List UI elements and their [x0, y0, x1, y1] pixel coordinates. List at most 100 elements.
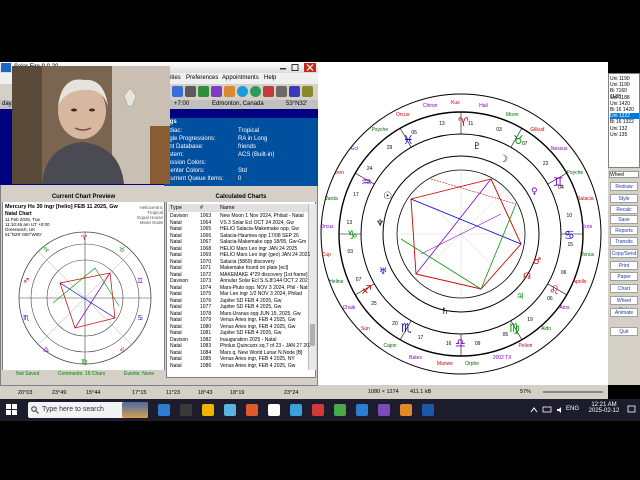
calculated-column-headers: Type # Name	[168, 204, 308, 212]
transits-button[interactable]: Transits	[610, 237, 638, 246]
recalc-button[interactable]: Recalc	[610, 205, 638, 214]
svg-text:♎: ♎	[43, 346, 49, 354]
house-cusp-degree: 05	[502, 332, 509, 339]
col-name[interactable]: Name	[220, 204, 235, 212]
style-button[interactable]: Style	[610, 194, 638, 203]
toolbar-button-9[interactable]	[276, 86, 287, 97]
toolbar-button-5[interactable]	[224, 86, 235, 97]
house-cusp-degree: 29	[386, 145, 393, 152]
chart-list-item[interactable]: Bi 7160 1188	[610, 88, 639, 100]
house-cusp-degree: 10	[566, 213, 573, 220]
reports-button[interactable]: Reports	[610, 226, 638, 235]
svg-text:♄: ♄	[441, 307, 449, 317]
setting-value[interactable]: Tropical	[238, 127, 259, 135]
table-row[interactable]: Natal 1086 Venus Aries ingr, FEB 4 2025, G…	[168, 363, 310, 370]
toolbar-button-7[interactable]	[250, 86, 261, 97]
col-number[interactable]: #	[200, 204, 203, 212]
network-icon[interactable]	[542, 406, 552, 414]
toolbar-button-2[interactable]	[185, 86, 196, 97]
taskbar-app-icon[interactable]	[180, 404, 192, 416]
chart-point-label: 2002 TX	[492, 355, 512, 362]
save-button[interactable]: Save	[610, 215, 638, 224]
globe-icon[interactable]	[237, 86, 248, 97]
chart-point-label: Varda	[324, 195, 338, 202]
chart-list-item[interactable]: Uni 1190	[610, 76, 639, 82]
quit-button[interactable]: Quit	[610, 327, 638, 336]
taskbar-app-icon[interactable]	[290, 404, 302, 416]
toolbar-button-4[interactable]	[211, 86, 222, 97]
zoom-slider[interactable]	[543, 391, 603, 393]
animate-button[interactable]: Animate	[610, 308, 638, 317]
toolbar-button-11[interactable]	[302, 86, 313, 97]
preview-chart-title: Mercury Hs 30 ingr [helio] FEB 11 2025, …	[5, 204, 118, 210]
chart-point-label: Aido	[541, 326, 552, 333]
comments-status: Comments: 15 Chars	[58, 371, 106, 377]
language-indicator[interactable]: ENG	[566, 406, 579, 412]
menu-help[interactable]: Help	[264, 73, 276, 84]
menu-preferences[interactable]: Preferences	[186, 73, 218, 84]
zoom-level[interactable]: 57%	[520, 385, 531, 399]
toolbar-button-8[interactable]	[263, 86, 274, 97]
chart-list-item[interactable]: Uni 135	[610, 132, 639, 138]
taskbar-app-icon[interactable]	[356, 404, 368, 416]
taskbar-app-icon[interactable]	[312, 404, 324, 416]
svg-text:♐: ♐	[23, 277, 29, 285]
scrollbar-thumb[interactable]	[310, 324, 315, 346]
house-cusp-degree: 09	[474, 340, 481, 347]
chart-list-item[interactable]: Uni 1188	[610, 95, 639, 101]
setting-value[interactable]: 0	[238, 175, 241, 183]
taskbar-app-icon[interactable]	[268, 404, 280, 416]
taskbar-app-icon[interactable]	[202, 404, 214, 416]
chart-list-item[interactable]: Uni 1190	[610, 82, 639, 88]
maximize-icon[interactable]	[290, 63, 300, 72]
setting-label: ngle Progressions:	[166, 136, 216, 142]
chevron-up-icon[interactable]	[530, 406, 538, 414]
chart-list-item[interactable]: Uni 1420	[610, 101, 639, 107]
not-saved-status: Not Saved	[16, 371, 40, 377]
planet-position: 18°19	[230, 390, 245, 396]
chart-point-label: Venus	[580, 252, 595, 259]
setting-label: Current Queue Items:	[166, 176, 224, 182]
taskbar-app-icon[interactable]	[334, 404, 346, 416]
house-cusp-degree: 03	[496, 127, 502, 134]
taskbar-app-icon[interactable]	[246, 404, 258, 416]
chart-list-item[interactable]: Uni 132	[610, 126, 639, 132]
chart-list-item[interactable]: Bi 16 1322	[610, 119, 639, 125]
minimize-icon[interactable]	[278, 63, 288, 72]
taskbar-app-icon[interactable]	[378, 404, 390, 416]
setting-value[interactable]: Std	[238, 167, 247, 175]
taskbar-app-icon[interactable]	[158, 404, 170, 416]
planet-status-bar: 20°03 23°49 15°44 17°15 11°23 18°43 18°1…	[0, 385, 318, 399]
windows-start-icon[interactable]	[6, 404, 18, 416]
close-icon[interactable]	[304, 63, 316, 72]
col-type[interactable]: Type	[170, 204, 182, 212]
svg-text:♒: ♒	[361, 175, 372, 189]
toolbar-button-1[interactable]	[172, 86, 183, 97]
svg-text:♋: ♋	[564, 228, 575, 242]
redraw-button[interactable]: Redraw	[610, 182, 638, 191]
wheel-style-button[interactable]: Wheel Style	[610, 296, 638, 313]
setting-value[interactable]: RA in Long	[238, 135, 267, 143]
copy-send-button[interactable]: Copy/Send	[610, 249, 638, 258]
chart-list-item[interactable]: Bi 16 1420	[610, 107, 639, 113]
clock[interactable]: 12:21 AM 2025-02-12	[584, 402, 624, 414]
taskbar-app-icon[interactable]	[224, 404, 236, 416]
toolbar-button-10[interactable]	[289, 86, 300, 97]
taskbar-app-icon[interactable]	[422, 404, 434, 416]
menu-appointments[interactable]: Appointments	[222, 73, 259, 84]
chart-list-item[interactable]: Uni 1322	[610, 113, 639, 120]
print-button[interactable]: Print	[610, 261, 638, 270]
notification-icon[interactable]	[627, 405, 636, 414]
menu-utilities[interactable]: ities	[170, 73, 181, 84]
detail-line: Mean Node	[139, 220, 163, 225]
chart-button[interactable]: Chart	[610, 284, 638, 293]
house-cusp-degree: 25	[371, 301, 377, 308]
chart-point-label: Sun	[360, 326, 370, 333]
setting-value[interactable]: friends	[238, 143, 256, 151]
volume-icon[interactable]	[556, 406, 564, 414]
wheel-dropdown[interactable]: Wheel	[609, 171, 639, 178]
toolbar-button-3[interactable]	[198, 86, 209, 97]
taskbar-app-icon[interactable]	[400, 404, 412, 416]
setting-value[interactable]: ACS (Built-in)	[238, 151, 274, 159]
paper-button[interactable]: Paper	[610, 272, 638, 281]
